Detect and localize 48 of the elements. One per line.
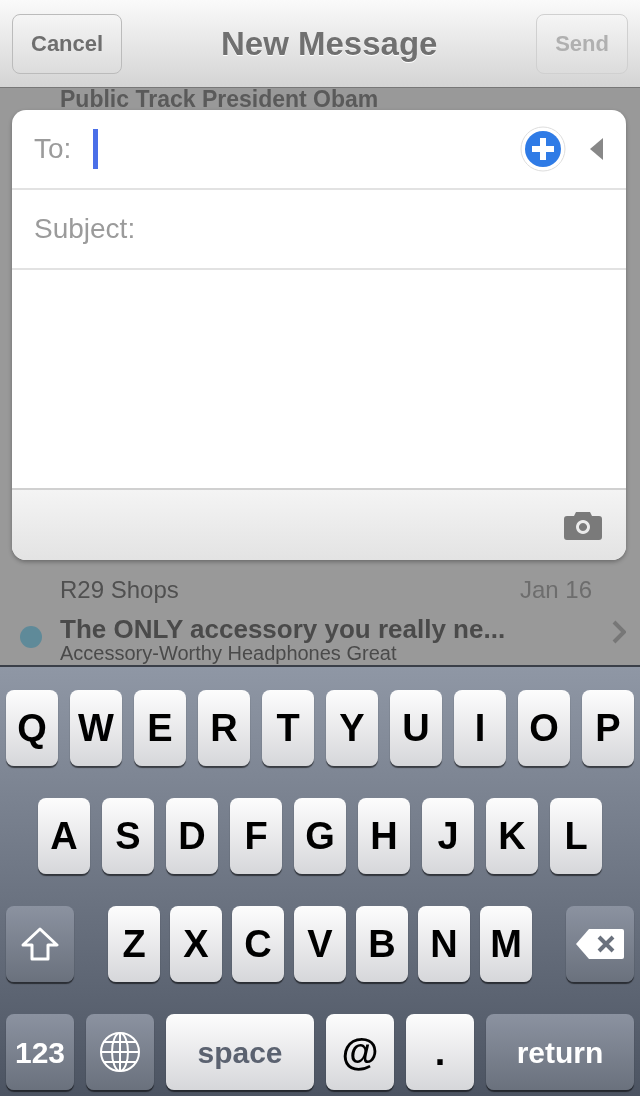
key[interactable]: X: [170, 906, 222, 982]
chevron-icon: [612, 620, 626, 644]
key[interactable]: C: [232, 906, 284, 982]
key[interactable]: K: [486, 798, 538, 874]
key[interactable]: S: [102, 798, 154, 874]
key[interactable]: return: [486, 1014, 634, 1090]
key[interactable]: Q: [6, 690, 58, 766]
key[interactable]: F: [230, 798, 282, 874]
message-subject: The ONLY accessory you really ne...: [60, 613, 506, 645]
message-sender: R29 Shops: [60, 575, 179, 605]
key[interactable]: A: [38, 798, 90, 874]
key[interactable]: O: [518, 690, 570, 766]
triangle-icon[interactable]: [590, 138, 604, 160]
delete-icon: [575, 928, 625, 960]
key[interactable]: P: [582, 690, 634, 766]
delete-key[interactable]: [566, 906, 634, 982]
key[interactable]: Y: [326, 690, 378, 766]
shift-icon: [20, 927, 60, 961]
key[interactable]: .: [406, 1014, 474, 1090]
key[interactable]: G: [294, 798, 346, 874]
key[interactable]: E: [134, 690, 186, 766]
globe-key[interactable]: [86, 1014, 154, 1090]
title: New Message: [220, 23, 438, 64]
cancel-button[interactable]: Cancel: [12, 13, 123, 74]
globe-icon: [99, 1031, 141, 1073]
message-subject: Public Track President Obam: [59, 88, 380, 110]
shift-key[interactable]: [6, 906, 74, 982]
field-label: To:: [34, 132, 72, 166]
key[interactable]: D: [166, 798, 218, 874]
key[interactable]: Z: [108, 906, 160, 982]
key[interactable]: T: [262, 690, 314, 766]
key[interactable]: W: [70, 690, 122, 766]
key[interactable]: H: [358, 798, 410, 874]
key[interactable]: N: [418, 906, 470, 982]
space-key[interactable]: space: [166, 1014, 314, 1090]
key[interactable]: R: [198, 690, 250, 766]
key[interactable]: U: [390, 690, 442, 766]
key[interactable]: L: [550, 798, 602, 874]
key[interactable]: I: [454, 690, 506, 766]
camera-icon[interactable]: [564, 510, 602, 540]
add-contact-icon[interactable]: [520, 126, 566, 172]
key[interactable]: J: [422, 798, 474, 874]
message-preview: Accessory-Worthy Headphones Great: [60, 642, 397, 664]
key[interactable]: 123: [6, 1014, 74, 1090]
key[interactable]: @: [326, 1014, 394, 1090]
key[interactable]: V: [294, 906, 346, 982]
key[interactable]: M: [480, 906, 532, 982]
key[interactable]: B: [356, 906, 408, 982]
